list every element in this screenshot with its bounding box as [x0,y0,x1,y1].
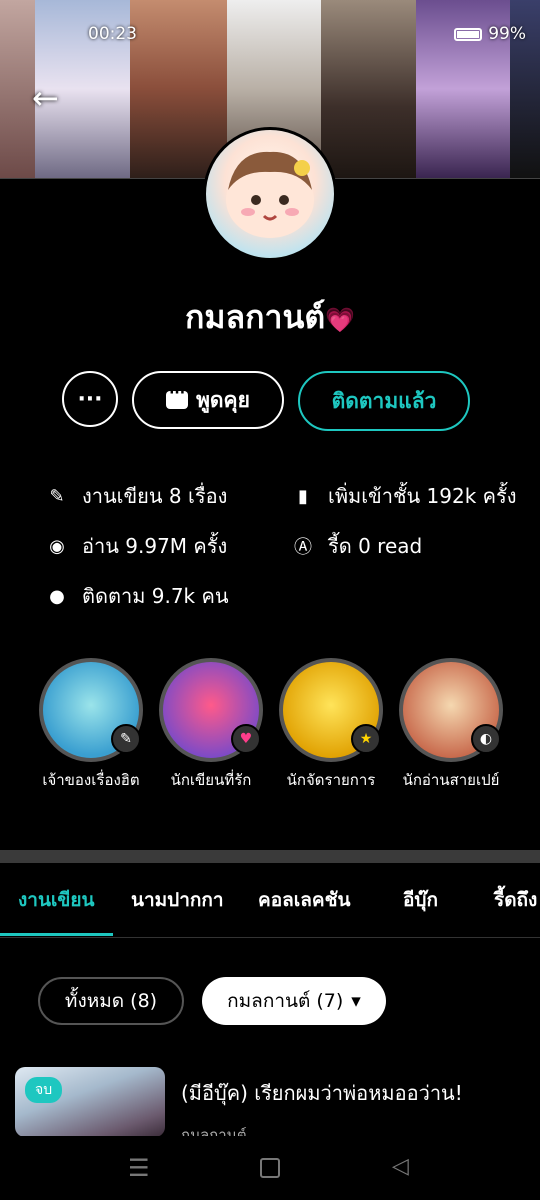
chat-bubble-icon [166,385,189,409]
home-icon[interactable] [260,1158,280,1178]
penname-dropdown-label: กมลกานต์ (7) [227,990,344,1012]
feather-mini-icon: ✎ [111,724,141,754]
stat-works: ✎ งานเขียน 8 เรื่อง [46,480,227,512]
badge-label: นักอ่านสายเปย์ [402,771,500,789]
status-time: 00:23 [88,24,137,44]
system-nav-bar: ☰ ◁ [0,1136,540,1200]
profile-name-text: กมลกานต์ [185,298,326,336]
avatar-illustration [226,151,314,238]
back-triangle-icon[interactable]: ◁ [392,1154,409,1179]
heart-mini-icon: ♥ [231,724,261,754]
heart-badge-icon: 💗 [325,306,355,334]
feather-icon: ✎ [39,658,143,762]
stat-followers-text: ติดตาม 9.7k คน [82,584,229,608]
battery-level: 99% [488,24,526,44]
following-label: ติดตามแล้ว [331,388,437,413]
story-cover: จบ [15,1067,165,1137]
stat-reader-text: รี้ด 0 read [328,534,423,558]
badge-label: นักจัดรายการ [286,771,376,789]
badge-label: เจ้าของเรื่องฮิต [42,771,140,789]
badge-item[interactable]: ◐ นักอ่านสายเปย์ [398,658,504,792]
tab-pennames[interactable]: นามปากกา [131,885,224,915]
stat-reads: ◉ อ่าน 9.97M ครั้ง [46,530,227,562]
filter-all-label: ทั้งหมด (8) [64,990,158,1012]
hearts-icon: ♥ [159,658,263,762]
badge-item[interactable]: ✎ เจ้าของเรื่องฮิต [38,658,144,792]
reader-icon: Ⓐ [294,537,312,558]
star-mini-icon: ★ [351,724,381,754]
stat-reader: Ⓐ รี้ด 0 read [292,530,422,562]
section-divider [0,850,540,863]
stars-icon: ★ [279,658,383,762]
avatar[interactable] [203,127,337,261]
caret-down-icon: ▾ [351,990,361,1012]
stat-followers: ● ติดตาม 9.7k คน [46,580,229,612]
stat-reads-text: อ่าน 9.97M ครั้ง [82,534,228,558]
filter-chips: ทั้งหมด (8) กมลกานต์ (7) ▾ [38,977,386,1025]
person-icon: ● [49,585,65,607]
more-button[interactable]: ··· [62,371,118,427]
badge-item[interactable]: ★ นักจัดรายการ [278,658,384,792]
recents-icon[interactable]: ☰ [128,1154,150,1182]
profile-actions: ··· พูดคุย ติดตามแล้ว [62,371,470,431]
back-arrow-icon[interactable]: ← [32,82,59,114]
penname-dropdown[interactable]: กมลกานต์ (7) ▾ [202,977,386,1025]
chat-button[interactable]: พูดคุย [132,371,284,429]
profile-name: กมลกานต์💗 [0,292,540,343]
eye-icon: ◉ [49,535,65,557]
content-tabs: งานเขียน นามปากกา คอลเลคชัน อีบุ๊ก รี้ดถ… [0,885,540,938]
bookmark-book-icon: ▮ [298,485,308,507]
following-button[interactable]: ติดตามแล้ว [298,371,470,431]
completed-badge: จบ [25,1077,63,1103]
stat-shelved: ▮ เพิ่มเข้าชั้น 192k ครั้ง [292,480,517,512]
story-list-item[interactable]: จบ (มีอีบุ๊ค) เรียกผมว่าพ่อหมออว่าน! กมล… [15,1067,540,1137]
filter-all-chip[interactable]: ทั้งหมด (8) [38,977,184,1025]
story-author: กมลกานต์ [181,1126,247,1137]
battery-indicator: 99% [454,24,526,44]
tab-reader[interactable]: รี้ดถึง [494,885,537,915]
more-icon: ··· [77,386,103,412]
badge-label: นักเขียนที่รัก [170,771,252,789]
achievement-badges: ✎ เจ้าของเรื่องฮิต ♥ นักเขียนที่รัก ★ นั… [38,658,504,792]
tab-works[interactable]: งานเขียน [18,885,95,915]
stat-works-text: งานเขียน 8 เรื่อง [82,484,228,508]
bubble-tea-mini-icon: ◐ [471,724,501,754]
battery-icon [454,27,483,41]
pencil-icon: ✎ [49,485,65,507]
story-title: (มีอีบุ๊ค) เรียกผมว่าพ่อหมออว่าน! [181,1081,463,1105]
badge-item[interactable]: ♥ นักเขียนที่รัก [158,658,264,792]
bubble-tea-icon: ◐ [399,658,503,762]
chat-label: พูดคุย [196,387,250,412]
active-tab-indicator [0,933,113,936]
tab-ebooks[interactable]: อีบุ๊ก [403,885,438,915]
status-bar: 00:23 99% [0,24,540,50]
tab-collections[interactable]: คอลเลคชัน [258,885,351,915]
stat-shelved-text: เพิ่มเข้าชั้น 192k ครั้ง [328,484,517,508]
